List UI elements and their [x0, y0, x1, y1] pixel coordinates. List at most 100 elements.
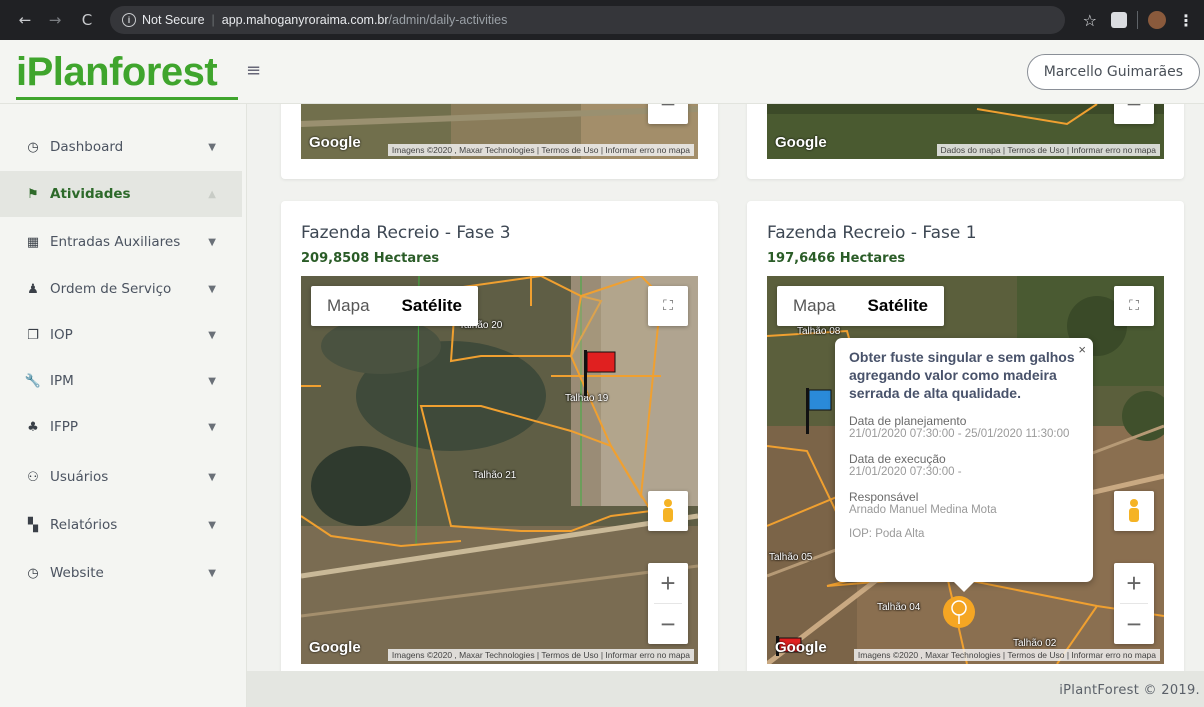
- sidebar-item-iop[interactable]: ❐ IOP ▼: [0, 312, 242, 358]
- map-attribution: Imagens ©2020 , Maxar Technologies | Ter…: [853, 649, 1160, 661]
- card-title: Fazenda Recreio - Fase 3: [301, 223, 511, 243]
- browser-menu-icon[interactable]: ⋮: [1178, 11, 1194, 30]
- map-type-map-button[interactable]: Mapa: [777, 286, 852, 326]
- sidebar-item-atividades[interactable]: ⚑ Atividades ▲: [0, 171, 242, 217]
- map-view[interactable]: − Google Dados do mapa | Termos de Uso |…: [767, 104, 1164, 159]
- activity-card-top-left: − Google Imagens ©2020 , Maxar Technolog…: [281, 104, 718, 179]
- fullscreen-icon[interactable]: ⛶: [648, 286, 688, 326]
- map-view[interactable]: Talhão 20 Talhão 19 Talhão 21 Mapa Satél…: [301, 276, 698, 664]
- caret-down-icon: ▼: [208, 519, 216, 531]
- caret-down-icon: ▼: [208, 236, 216, 248]
- sidebar-item-entradas-auxiliares[interactable]: ▦ Entradas Auxiliares ▼: [0, 219, 242, 265]
- google-logo: Google: [309, 134, 361, 151]
- card-title: Fazenda Recreio - Fase 1: [767, 223, 977, 243]
- tree-marker-icon[interactable]: [941, 594, 977, 630]
- card-area: 197,6466 Hectares: [767, 251, 906, 266]
- footer: iPlantForest © 2019.: [247, 671, 1204, 707]
- reload-icon[interactable]: C: [76, 11, 98, 29]
- sidebar-item-usuarios[interactable]: ⚇ Usuários ▼: [0, 454, 242, 500]
- dashboard-icon: ◷: [27, 565, 39, 581]
- zoom-control: −: [1114, 104, 1154, 124]
- profile-avatar[interactable]: [1148, 11, 1166, 29]
- map-type-satellite-button[interactable]: Satélite: [386, 286, 478, 326]
- plot-label: Talhão 05: [769, 552, 813, 563]
- sidebar-item-ifpp[interactable]: ♣ IFPP ▼: [0, 404, 242, 450]
- table-icon: ▦: [26, 234, 40, 250]
- map-attribution: Dados do mapa | Termos de Uso | Informar…: [936, 144, 1160, 156]
- sidebar-item-label: IPM: [50, 373, 74, 389]
- sidebar-item-label: Website: [50, 565, 104, 581]
- zoom-control: + −: [1114, 563, 1154, 644]
- zoom-in-button[interactable]: +: [648, 563, 688, 603]
- caret-down-icon: ▼: [208, 421, 216, 433]
- flag-icon: ⚑: [27, 186, 39, 202]
- zoom-out-button[interactable]: −: [1114, 104, 1154, 124]
- toolbar-divider: [1137, 11, 1138, 29]
- sidebar-item-ordem-de-servico[interactable]: ♟ Ordem de Serviço ▼: [0, 266, 242, 312]
- info-icon[interactable]: i: [122, 13, 136, 27]
- caret-down-icon: ▼: [208, 141, 216, 153]
- iop-value: IOP: Poda Alta: [849, 528, 925, 540]
- street-view-pegman-icon[interactable]: [648, 491, 688, 531]
- sidebar-item-ipm[interactable]: 🔧 IPM ▼: [0, 358, 242, 404]
- dashboard-icon: ◷: [27, 139, 39, 155]
- security-label: Not Secure: [142, 13, 205, 27]
- back-arrow-icon[interactable]: ←: [14, 11, 36, 29]
- user-menu-button[interactable]: Marcello Guimarães: [1026, 54, 1200, 90]
- fullscreen-icon[interactable]: ⛶: [1114, 286, 1154, 326]
- google-logo: Google: [309, 639, 361, 656]
- users-icon: ⚇: [27, 469, 39, 485]
- extension-icon[interactable]: [1111, 12, 1127, 28]
- zoom-in-button[interactable]: +: [1114, 563, 1154, 603]
- zoom-out-button[interactable]: −: [648, 104, 688, 124]
- close-icon[interactable]: ×: [1078, 342, 1086, 357]
- zoom-control: −: [648, 104, 688, 124]
- sidebar-item-label: Ordem de Serviço: [50, 281, 172, 297]
- map-attribution: Imagens ©2020 , Maxar Technologies | Ter…: [387, 144, 694, 156]
- google-logo: Google: [775, 134, 827, 151]
- sidebar-item-label: Usuários: [50, 469, 109, 485]
- activity-info-popup: × Obter fuste singular e sem galhos agre…: [835, 338, 1093, 592]
- sidebar-item-label: Relatórios: [50, 517, 118, 533]
- map-type-control: Mapa Satélite: [777, 286, 945, 326]
- sidebar-item-relatorios[interactable]: ▚ Relatórios ▼: [0, 502, 242, 548]
- map-view[interactable]: Talhão 08 Talhão 05 Talhão 04 Talhão 02 …: [767, 276, 1164, 664]
- sidebar-item-label: Atividades: [50, 186, 131, 202]
- zoom-control: + −: [648, 563, 688, 644]
- sidebar-item-label: Dashboard: [50, 139, 124, 155]
- map-type-control: Mapa Satélite: [311, 286, 479, 326]
- flag-marker-icon[interactable]: [803, 386, 833, 436]
- plot-label: Talhão 02: [1013, 638, 1057, 649]
- footer-copyright: iPlantForest © 2019.: [1059, 683, 1200, 698]
- map-book-icon: ▚: [28, 517, 38, 533]
- map-view[interactable]: − Google Imagens ©2020 , Maxar Technolog…: [301, 104, 698, 159]
- map-type-satellite-button[interactable]: Satélite: [852, 286, 944, 326]
- address-bar[interactable]: i Not Secure | app.mahoganyroraima.com.b…: [110, 6, 1065, 34]
- map-type-map-button[interactable]: Mapa: [311, 286, 386, 326]
- zoom-out-button[interactable]: −: [648, 604, 688, 644]
- execution-date-value: 21/01/2020 07:30:00 -: [849, 466, 962, 478]
- planning-date-label: Data de planejamento: [849, 414, 967, 428]
- street-view-pegman-icon[interactable]: [1114, 491, 1154, 531]
- flag-marker-icon[interactable]: [581, 348, 621, 398]
- url-host: app.mahoganyroraima.com.br: [221, 13, 389, 27]
- app-logo[interactable]: iPlanforest: [16, 52, 218, 92]
- sidebar-item-label: IOP: [50, 327, 73, 343]
- hamburger-menu-icon[interactable]: ≡: [246, 60, 261, 81]
- sidebar-item-website[interactable]: ◷ Website ▼: [0, 550, 242, 596]
- activity-card-top-right: − Google Dados do mapa | Termos de Uso |…: [747, 104, 1184, 179]
- responsible-label: Responsável: [849, 490, 919, 504]
- zoom-out-button[interactable]: −: [1114, 604, 1154, 644]
- worker-icon: ♟: [27, 281, 39, 297]
- browser-toolbar: ← → C i Not Secure | app.mahoganyroraima…: [0, 0, 1204, 40]
- execution-date-label: Data de execução: [849, 452, 946, 466]
- card-area: 209,8508 Hectares: [301, 251, 440, 266]
- plot-label: Talhão 04: [877, 602, 921, 613]
- google-logo: Google: [775, 639, 827, 656]
- wrench-icon: 🔧: [24, 373, 42, 389]
- bookmark-star-icon[interactable]: ☆: [1083, 11, 1097, 30]
- sidebar-item-dashboard[interactable]: ◷ Dashboard ▼: [0, 124, 242, 170]
- map-attribution: Imagens ©2020 , Maxar Technologies | Ter…: [387, 649, 694, 661]
- planning-date-value: 21/01/2020 07:30:00 - 25/01/2020 11:30:0…: [849, 428, 1070, 440]
- forward-arrow-icon[interactable]: →: [44, 11, 66, 29]
